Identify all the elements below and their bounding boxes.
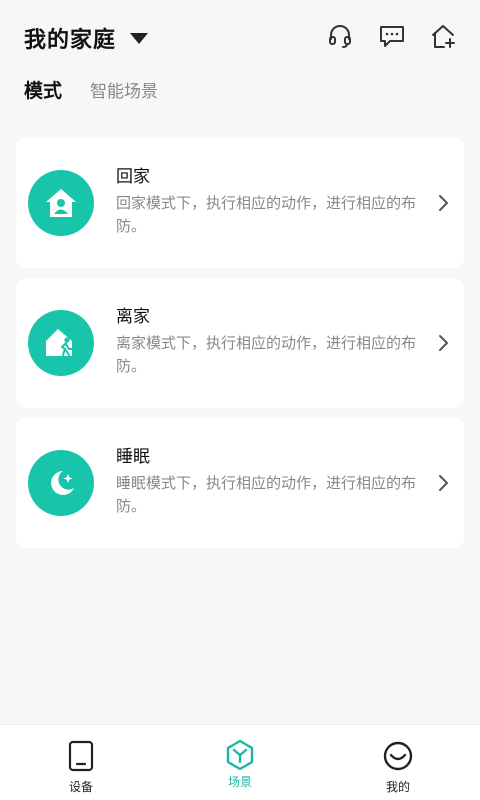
chevron-right-icon (436, 474, 450, 492)
mode-card-sleep[interactable]: 睡眠 睡眠模式下，执行相应的动作，进行相应的布防。 (16, 418, 464, 548)
nav-item-scene[interactable]: 场景 (190, 725, 290, 800)
mode-tabs: 模式 智能场景 (24, 76, 186, 103)
chevron-right-icon (436, 334, 450, 352)
headset-icon[interactable] (326, 22, 354, 50)
leave-home-icon (28, 310, 94, 376)
tab-smart-scene[interactable]: 智能场景 (90, 77, 158, 102)
mode-description: 回家模式下，执行相应的动作，进行相应的布防。 (116, 194, 417, 235)
mode-description: 离家模式下，执行相应的动作，进行相应的布防。 (116, 334, 417, 375)
nav-item-device[interactable]: 设备 (31, 725, 131, 800)
message-icon[interactable] (378, 22, 406, 50)
nav-label: 我的 (385, 780, 410, 794)
home-person-icon (28, 170, 94, 236)
device-icon (68, 740, 94, 772)
add-home-icon[interactable] (430, 22, 458, 50)
smile-face-icon (383, 741, 413, 771)
caret-down-icon (130, 32, 149, 44)
chevron-right-icon (436, 194, 450, 212)
home-selector[interactable]: 我的家庭 (24, 22, 149, 54)
nav-label: 场景 (227, 775, 252, 789)
bottom-nav: 设备 场景 我的 (0, 724, 480, 800)
tab-mode[interactable]: 模式 (24, 76, 62, 103)
mode-title: 睡眠 (116, 447, 150, 467)
home-title: 我的家庭 (24, 28, 117, 53)
header: 我的家庭 (0, 0, 480, 76)
mode-title: 回家 (116, 167, 150, 187)
mode-description: 睡眠模式下，执行相应的动作，进行相应的布防。 (116, 474, 417, 515)
mode-title: 离家 (116, 307, 150, 327)
mode-card-away[interactable]: 离家 离家模式下，执行相应的动作，进行相应的布防。 (16, 278, 464, 408)
moon-star-icon (28, 450, 94, 516)
scene-icon (226, 739, 254, 771)
nav-label: 设备 (68, 780, 93, 794)
nav-item-mine[interactable]: 我的 (348, 725, 448, 800)
mode-card-home[interactable]: 回家 回家模式下，执行相应的动作，进行相应的布防。 (16, 138, 464, 268)
